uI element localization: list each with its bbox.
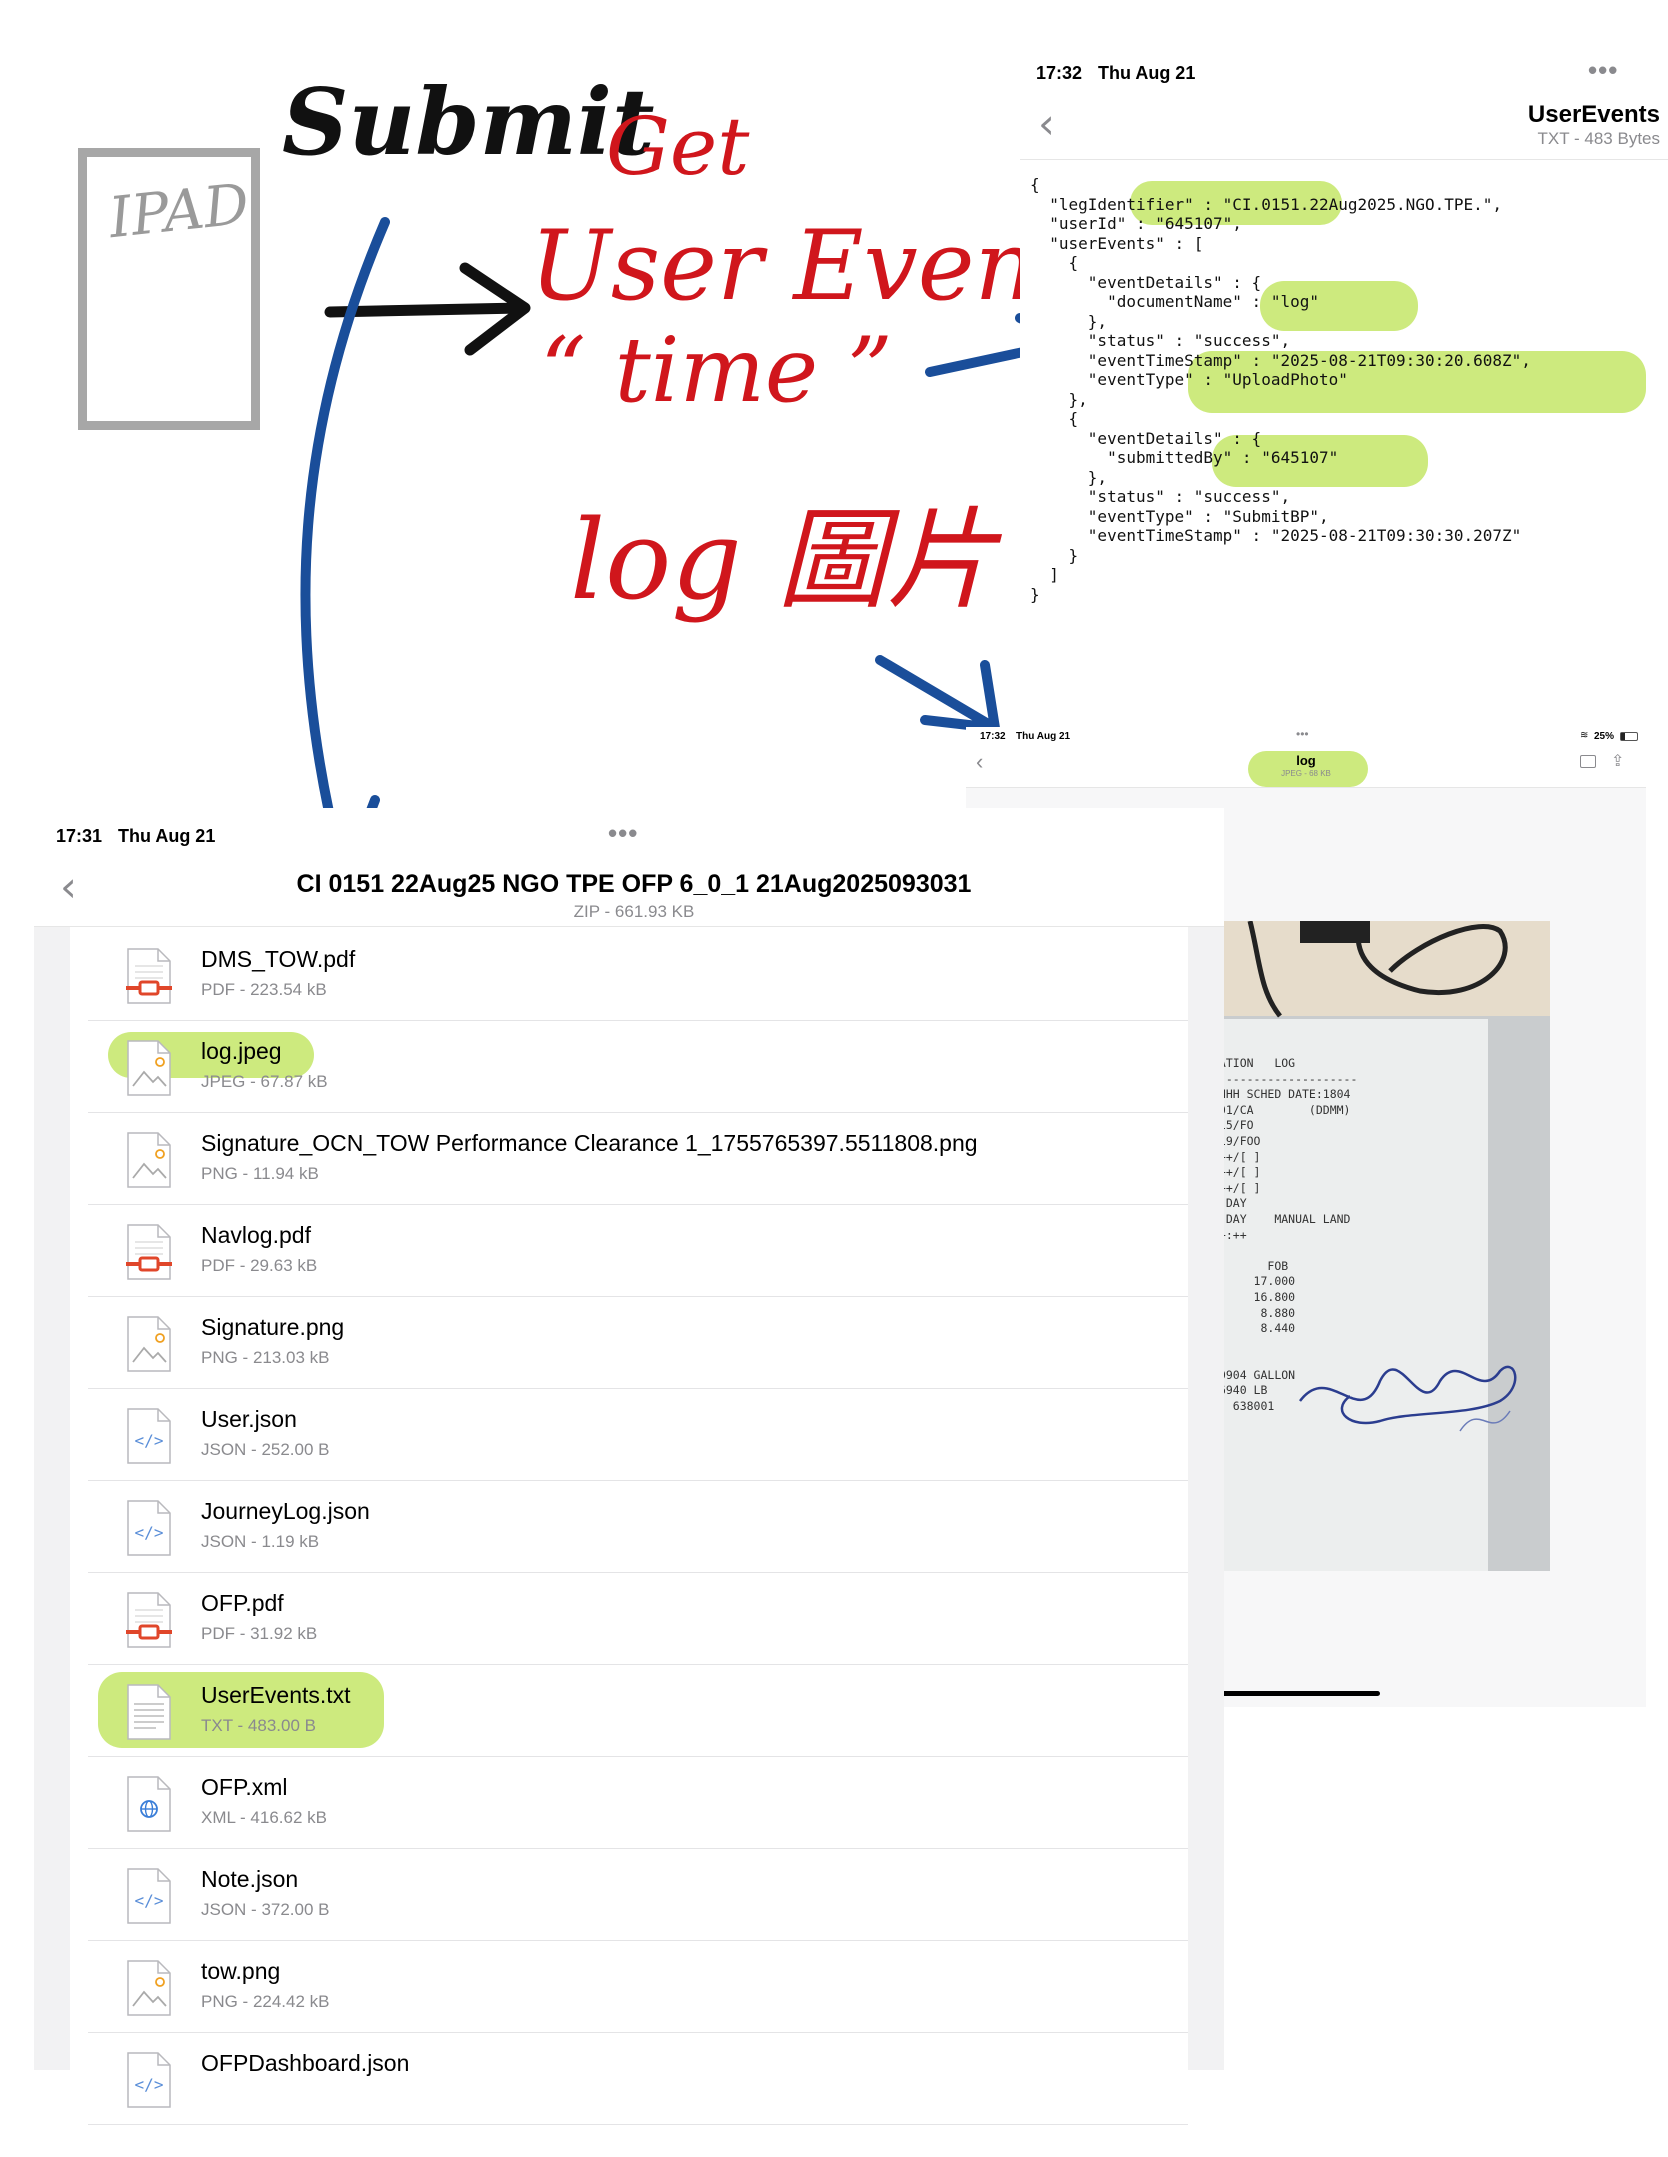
document-subtitle: TXT - 483 Bytes xyxy=(1537,129,1660,148)
battery-icon xyxy=(1620,732,1638,741)
back-chevron-icon[interactable]: ‹ xyxy=(1038,99,1055,148)
markup-icon[interactable] xyxy=(1580,755,1596,768)
file-row[interactable]: Signature_OCN_TOW Performance Clearance … xyxy=(88,1112,1188,1205)
file-meta: JSON - 372.00 B xyxy=(201,1900,330,1919)
file-name: JourneyLog.json xyxy=(201,1498,370,1524)
file-meta: TXT - 483.00 B xyxy=(201,1716,316,1735)
xml-file-icon xyxy=(126,1776,172,1832)
document-subtitle: JPEG - 68 KB xyxy=(1281,769,1331,778)
file-row[interactable]: UserEvents.txt TXT - 483.00 B xyxy=(88,1664,1188,1757)
file-name: Signature_OCN_TOW Performance Clearance … xyxy=(201,1130,978,1156)
document-title: UserEvents xyxy=(1527,101,1660,128)
file-meta: XML - 416.62 kB xyxy=(201,1808,327,1827)
ellipsis-icon[interactable]: ••• xyxy=(1588,55,1618,86)
image-file-icon xyxy=(126,1316,172,1372)
code-file-icon: </> xyxy=(126,1500,172,1556)
status-bar-date: Thu Aug 21 xyxy=(1016,731,1071,742)
file-meta: PDF - 31.92 kB xyxy=(201,1624,318,1643)
file-name: User.json xyxy=(201,1406,297,1432)
wifi-icon: ≋ xyxy=(1580,730,1589,741)
file-row[interactable]: OFP.xml XML - 416.62 kB xyxy=(88,1756,1188,1849)
file-meta: PDF - 29.63 kB xyxy=(201,1256,318,1275)
user-events-screen: 17:32 Thu Aug 21 ••• ‹ UserEvents TXT - … xyxy=(1020,55,1668,655)
battery-percentage: 25% xyxy=(1594,731,1615,742)
file-row[interactable]: OFP.pdf PDF - 31.92 kB xyxy=(88,1572,1188,1665)
svg-text:</>: </> xyxy=(135,1431,164,1450)
file-name: DMS_TOW.pdf xyxy=(201,946,356,972)
file-name: log.jpeg xyxy=(201,1038,282,1064)
file-row[interactable]: log.jpeg JPEG - 67.87 kB xyxy=(88,1020,1188,1113)
back-chevron-icon[interactable]: ‹ xyxy=(60,862,77,911)
ellipsis-icon[interactable]: ••• xyxy=(1296,727,1309,741)
image-file-icon xyxy=(126,1132,172,1188)
file-row[interactable]: </> JourneyLog.json JSON - 1.19 kB xyxy=(88,1480,1188,1573)
signature-scribble xyxy=(1299,1365,1517,1432)
file-row[interactable]: </> Note.json JSON - 372.00 B xyxy=(88,1848,1188,1941)
code-file-icon: </> xyxy=(126,2052,172,2108)
file-name: OFPDashboard.json xyxy=(201,2050,410,2076)
code-file-icon: </> xyxy=(126,1868,172,1924)
svg-text:</>: </> xyxy=(135,1523,164,1542)
document-title: log xyxy=(1296,753,1316,768)
status-bar-date: Thu Aug 21 xyxy=(118,826,216,846)
file-meta: JSON - 1.19 kB xyxy=(201,1532,320,1551)
blue-arrow-diagonal xyxy=(875,655,1000,733)
pdf-file-icon xyxy=(126,948,172,1004)
file-name: UserEvents.txt xyxy=(201,1682,351,1708)
text-file-icon xyxy=(126,1684,172,1740)
file-meta: PNG - 213.03 kB xyxy=(201,1348,330,1367)
file-row[interactable]: </> User.json JSON - 252.00 B xyxy=(88,1388,1188,1481)
file-name: OFP.xml xyxy=(201,1774,288,1800)
file-row[interactable]: tow.png PNG - 224.42 kB xyxy=(88,1940,1188,2033)
pdf-file-icon xyxy=(126,1592,172,1648)
code-file-icon: </> xyxy=(126,1408,172,1464)
file-meta: PNG - 224.42 kB xyxy=(201,1992,330,2011)
file-row[interactable]: DMS_TOW.pdf PDF - 223.54 kB xyxy=(88,928,1188,1021)
archive-title: CI 0151 22Aug25 NGO TPE OFP 6_0_1 21Aug2… xyxy=(296,870,972,898)
pdf-file-icon xyxy=(126,1224,172,1280)
status-bar-time: 17:32 xyxy=(1036,63,1083,83)
ellipsis-icon[interactable]: ••• xyxy=(608,818,638,849)
archive-subtitle: ZIP - 661.93 KB xyxy=(573,902,695,921)
file-name: Navlog.pdf xyxy=(201,1222,311,1248)
file-name: Signature.png xyxy=(201,1314,345,1340)
file-name: Note.json xyxy=(201,1866,299,1892)
status-bar-date: Thu Aug 21 xyxy=(1098,63,1196,83)
file-row[interactable]: </> OFPDashboard.json xyxy=(88,2032,1188,2125)
image-file-icon xyxy=(126,1040,172,1096)
file-meta: JPEG - 67.87 kB xyxy=(201,1072,328,1091)
log-header: 17:32 Thu Aug 21 ••• ≋ 25% ‹ log JPEG - … xyxy=(966,727,1646,788)
file-name: OFP.pdf xyxy=(201,1590,284,1616)
file-row[interactable]: Signature.png PNG - 213.03 kB xyxy=(88,1296,1188,1389)
blue-arrow-down xyxy=(285,217,390,870)
file-meta: PDF - 223.54 kB xyxy=(201,980,327,999)
file-meta: PNG - 11.94 kB xyxy=(201,1164,319,1183)
share-icon[interactable]: ⇪ xyxy=(1611,751,1624,771)
file-row[interactable]: Navlog.pdf PDF - 29.63 kB xyxy=(88,1204,1188,1297)
status-bar-time: 17:31 xyxy=(56,826,103,846)
image-file-icon xyxy=(126,1960,172,2016)
status-bar-time: 17:32 xyxy=(980,731,1006,742)
files-screen: 17:31 Thu Aug 21 ••• ‹ CI 0151 22Aug25 N… xyxy=(34,808,1224,2125)
svg-text:</>: </> xyxy=(135,1891,164,1910)
file-name: tow.png xyxy=(201,1958,281,1984)
json-content: { "legIdentifier" : "CI.0151.22Aug2025.N… xyxy=(1030,175,1531,604)
svg-text:</>: </> xyxy=(135,2075,164,2094)
file-meta: JSON - 252.00 B xyxy=(201,1440,330,1459)
